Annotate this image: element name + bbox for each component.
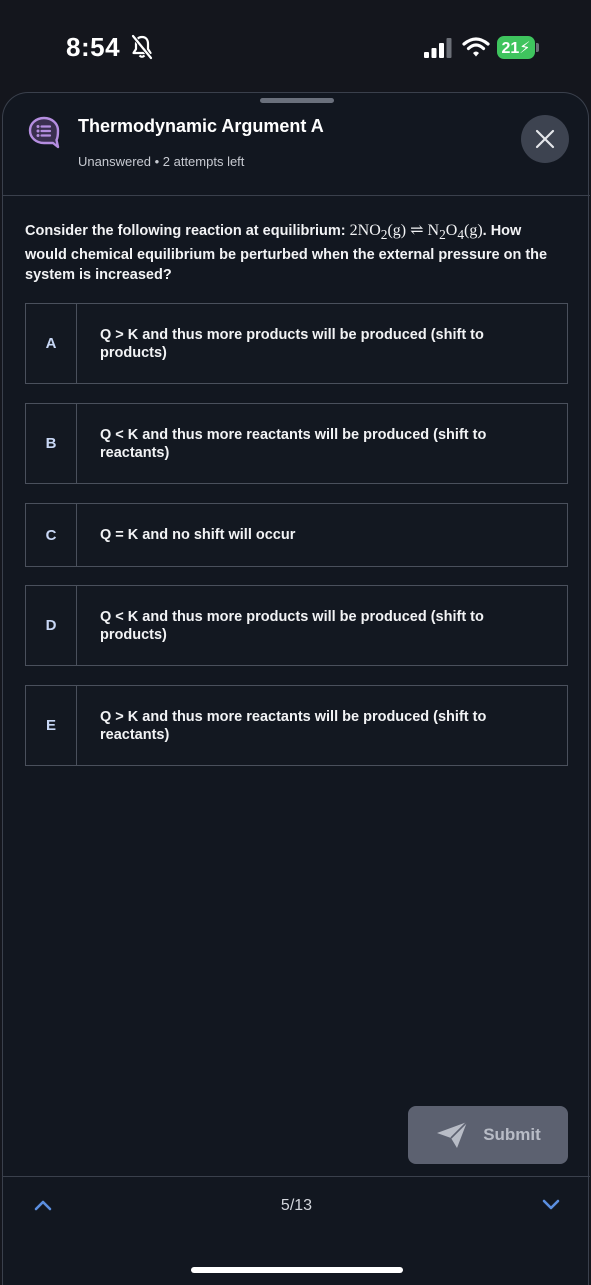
- question-text: Consider the following reaction at equil…: [25, 222, 548, 284]
- option-text: Q = K and no shift will occur: [100, 527, 296, 543]
- battery-charging-icon: 21⚡: [497, 36, 539, 59]
- quiz-list-icon: [28, 116, 60, 149]
- answer-option-a[interactable]: A Q > K and thus more products will be p…: [25, 303, 568, 384]
- paper-plane-icon: [437, 1121, 468, 1148]
- option-text: Q < K and thus more reactants will be pr…: [100, 426, 487, 461]
- option-text: Q < K and thus more products will be pro…: [100, 608, 484, 643]
- answer-option-e[interactable]: E Q > K and thus more reactants will be …: [25, 685, 568, 766]
- answer-option-c[interactable]: C Q = K and no shift will occur: [25, 503, 568, 567]
- attempt-status: Unanswered • 2 attempts left: [78, 154, 245, 169]
- sheet-grabber[interactable]: [260, 98, 334, 103]
- option-letter: C: [26, 504, 77, 566]
- header-divider: [3, 195, 590, 196]
- home-indicator[interactable]: [191, 1267, 403, 1273]
- close-icon: [535, 129, 555, 149]
- option-letter: A: [26, 304, 77, 383]
- answer-option-d[interactable]: D Q < K and thus more products will be p…: [25, 585, 568, 666]
- page-indicator: 5/13: [280, 1197, 313, 1214]
- close-button[interactable]: [521, 115, 569, 163]
- bell-slash-icon: [131, 34, 153, 60]
- question-sheet: Thermodynamic Argument A Unanswered • 2 …: [2, 92, 590, 1285]
- quiz-title: Thermodynamic Argument A: [78, 116, 324, 136]
- cellular-signal-icon: [424, 38, 452, 58]
- option-text: Q > K and thus more reactants will be pr…: [100, 708, 487, 743]
- status-bar: 8:54 21⚡: [0, 0, 591, 92]
- wifi-icon: [462, 37, 490, 57]
- option-letter: B: [26, 404, 77, 483]
- footer-divider: [3, 1176, 590, 1177]
- status-time: 8:54: [66, 32, 121, 62]
- battery-level: 21⚡: [501, 40, 531, 57]
- reaction-formula: 2NO2(g) ⇌ N2O4(g): [349, 222, 483, 243]
- option-text: Q > K and thus more products will be pro…: [100, 326, 484, 361]
- answer-option-b[interactable]: B Q < K and thus more reactants will be …: [25, 403, 568, 484]
- option-letter: E: [26, 686, 77, 765]
- submit-label: Submit: [483, 1125, 541, 1144]
- option-letter: D: [26, 586, 77, 665]
- submit-button[interactable]: Submit: [408, 1106, 568, 1164]
- chevron-down-icon[interactable]: [539, 1193, 563, 1217]
